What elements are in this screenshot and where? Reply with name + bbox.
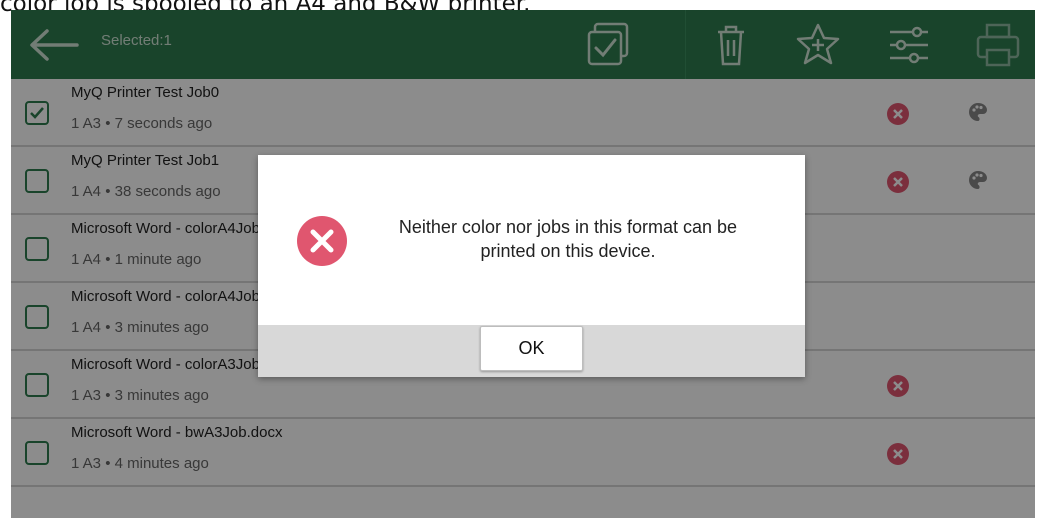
dialog-footer: OK	[258, 325, 805, 377]
dialog-message: Neither color nor jobs in this format ca…	[358, 215, 778, 263]
dialog-message-line1: Neither color nor jobs in this format ca…	[398, 217, 738, 237]
print-app-screen: Selected:1 MyQ Printer Test Job0 1 A3 • …	[11, 10, 1035, 518]
error-icon	[297, 216, 347, 266]
ok-button[interactable]: OK	[480, 326, 583, 371]
error-dialog: Neither color nor jobs in this format ca…	[258, 155, 805, 377]
dialog-message-line2: printed on this device.	[480, 241, 656, 261]
